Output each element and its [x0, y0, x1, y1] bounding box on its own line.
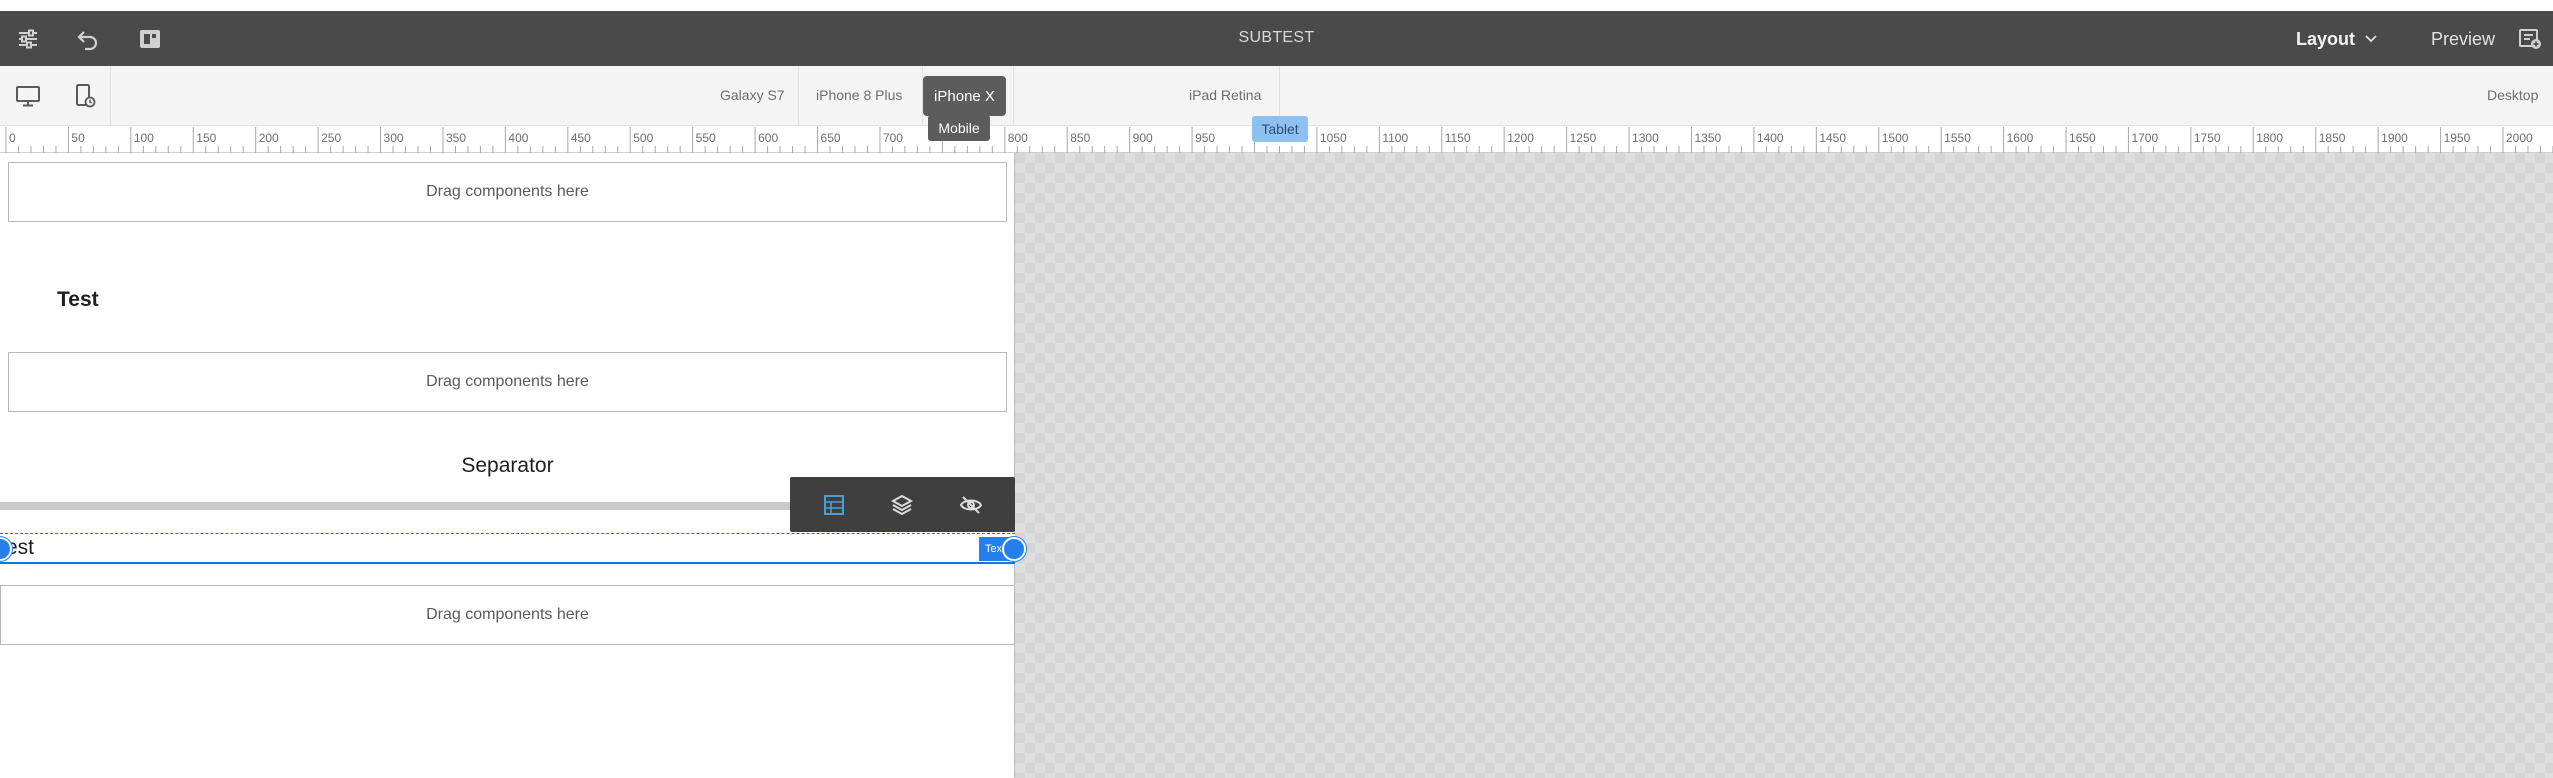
- mode-selector-layout[interactable]: Layout: [2296, 25, 2377, 53]
- hide-component-button[interactable]: [951, 485, 991, 525]
- layers-icon: [891, 494, 914, 515]
- drop-zone[interactable]: Drag components here: [8, 162, 1007, 222]
- resize-handle-right[interactable]: [1002, 537, 1026, 561]
- ruler-label: 800: [1007, 131, 1028, 145]
- ruler-label: 1450: [1819, 131, 1847, 145]
- ruler-label: 1350: [1694, 131, 1722, 145]
- selected-text-component[interactable]: est: [0, 533, 1015, 564]
- mode-label: Layout: [2296, 28, 2356, 49]
- ruler-label: 1250: [1569, 131, 1597, 145]
- component-toolbar: [790, 477, 1015, 532]
- editor-toolbar: SUBTEST Layout Preview: [0, 11, 2553, 66]
- drop-zone[interactable]: Drag components here: [8, 352, 1007, 412]
- ruler-label: 300: [383, 131, 404, 145]
- ruler-label: 1850: [2318, 131, 2346, 145]
- device-desktop[interactable]: Desktop: [2487, 87, 2538, 103]
- divider: [1013, 66, 1014, 126]
- ruler-label: 1550: [1944, 131, 1971, 145]
- ruler-label: 850: [1070, 131, 1091, 145]
- ruler-label: 50: [71, 131, 85, 145]
- device-galaxy-s7[interactable]: Galaxy S7: [720, 87, 785, 103]
- device-iphone-x-selected[interactable]: iPhone X: [923, 76, 1006, 116]
- ruler-label: 1050: [1319, 131, 1347, 145]
- page-info-icon[interactable]: [134, 23, 166, 55]
- select-parent-button[interactable]: [882, 485, 922, 525]
- emulator-background: [1015, 153, 2553, 778]
- ruler-label: 1800: [2256, 131, 2283, 145]
- chevron-down-icon: [2365, 35, 2377, 43]
- parent-grid-button[interactable]: [814, 485, 854, 525]
- device-rotate-icon[interactable]: [64, 79, 104, 113]
- title-component[interactable]: Test: [57, 288, 99, 312]
- ruler-label: 900: [1132, 131, 1153, 145]
- ruler-label: 1100: [1382, 131, 1409, 145]
- ruler-label: 700: [882, 131, 903, 145]
- ruler-label: 1600: [2006, 131, 2034, 145]
- ruler-label: 600: [758, 131, 779, 145]
- ruler-label: 250: [321, 131, 342, 145]
- device-ipad-retina[interactable]: iPad Retina: [1189, 87, 1261, 103]
- layout-canvas: Drag components here Test Drag component…: [0, 153, 2553, 778]
- ruler-label: 950: [1195, 131, 1216, 145]
- ruler-label: 550: [695, 131, 716, 145]
- ruler-label: 650: [820, 131, 841, 145]
- ruler-label: 400: [508, 131, 529, 145]
- ruler-label: 1750: [2193, 131, 2221, 145]
- grid-icon: [824, 494, 845, 515]
- divider: [798, 66, 799, 126]
- desktop-emulator-icon[interactable]: [8, 79, 48, 113]
- ruler-label: 1950: [2443, 131, 2471, 145]
- ruler-label: 200: [258, 131, 279, 145]
- page-title: SUBTEST: [1238, 29, 1315, 46]
- ruler-label: 1700: [2131, 131, 2159, 145]
- ruler-label: 0: [9, 131, 16, 145]
- preview-button[interactable]: Preview: [2431, 25, 2495, 53]
- annotations-icon[interactable]: [2514, 23, 2546, 55]
- ruler-label: 450: [570, 131, 591, 145]
- eye-off-icon: [959, 495, 982, 514]
- drop-zone[interactable]: Drag components here: [0, 585, 1015, 645]
- device-iphone-8-plus[interactable]: iPhone 8 Plus: [816, 87, 902, 103]
- ruler-label: 1200: [1507, 131, 1534, 145]
- ruler-label: 1500: [1881, 131, 1909, 145]
- ruler-label: 1150: [1444, 131, 1471, 145]
- ruler-label: 150: [196, 131, 217, 145]
- divider: [110, 66, 111, 126]
- breakpoint-marker-mobile[interactable]: Mobile: [928, 115, 990, 141]
- window-top-strip: [0, 0, 2553, 11]
- ruler-label: 2000: [2506, 131, 2533, 145]
- ruler-label: 350: [445, 131, 466, 145]
- breakpoint-marker-tablet[interactable]: Tablet: [1252, 116, 1308, 142]
- ruler-label: 1400: [1756, 131, 1784, 145]
- ruler-label: 100: [133, 131, 154, 145]
- ruler-label: 1300: [1632, 131, 1659, 145]
- ruler-label: 1900: [2381, 131, 2408, 145]
- ruler-label: 500: [633, 131, 654, 145]
- properties-icon[interactable]: [12, 23, 44, 55]
- separator-title[interactable]: Separator: [0, 454, 1015, 478]
- undo-icon[interactable]: [72, 23, 104, 55]
- ruler-label: 1650: [2069, 131, 2096, 145]
